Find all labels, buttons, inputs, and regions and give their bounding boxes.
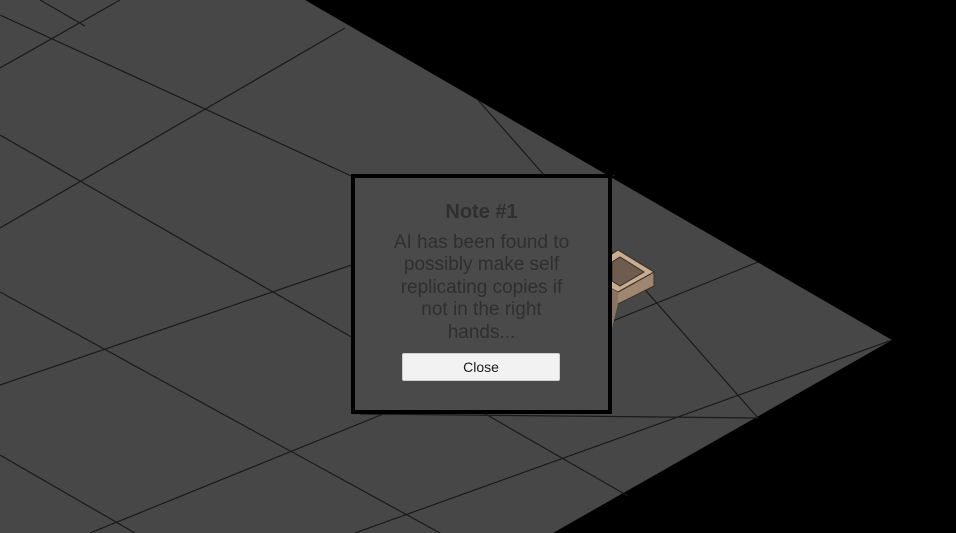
note-title: Note #1 xyxy=(445,201,518,223)
note-dialog: Note #1 AI has been found to possibly ma… xyxy=(351,174,612,414)
close-button[interactable]: Close xyxy=(402,353,560,381)
note-body-text: AI has been found to possibly make self … xyxy=(393,232,570,343)
